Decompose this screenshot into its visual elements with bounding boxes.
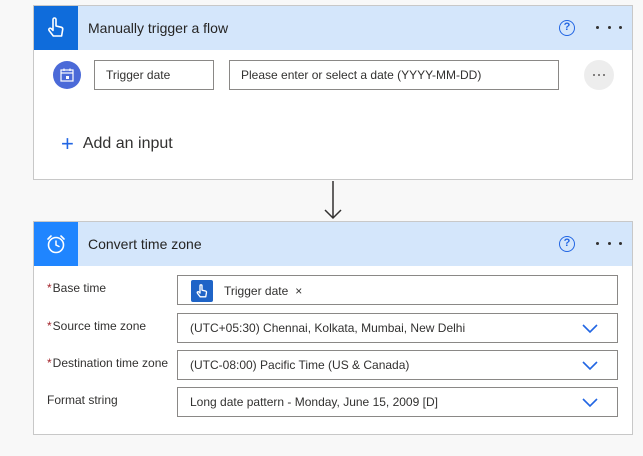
trigger-date-token[interactable]: Trigger date × bbox=[191, 280, 303, 302]
chevron-down-icon bbox=[582, 361, 598, 371]
source-time-zone-label: *Source time zone bbox=[47, 319, 147, 333]
trigger-input-row: Trigger date Please enter or select a da… bbox=[34, 59, 632, 91]
token-label: Trigger date bbox=[224, 284, 289, 298]
input-name-field[interactable]: Trigger date bbox=[94, 60, 214, 90]
convert-time-zone-card: Convert time zone ? *Base time Trigger d… bbox=[33, 221, 633, 435]
source-time-zone-dropdown[interactable]: (UTC+05:30) Chennai, Kolkata, Mumbai, Ne… bbox=[177, 313, 618, 343]
remove-token-icon[interactable]: × bbox=[295, 284, 302, 298]
trigger-card-header[interactable]: Manually trigger a flow ? bbox=[34, 6, 632, 50]
source-time-zone-value: (UTC+05:30) Chennai, Kolkata, Mumbai, Ne… bbox=[190, 321, 466, 335]
format-string-dropdown[interactable]: Long date pattern - Monday, June 15, 200… bbox=[177, 387, 618, 417]
plus-icon: + bbox=[61, 131, 74, 156]
more-options-icon[interactable] bbox=[596, 234, 622, 252]
destination-time-zone-dropdown[interactable]: (UTC-08:00) Pacific Time (US & Canada) bbox=[177, 350, 618, 380]
help-icon[interactable]: ? bbox=[559, 20, 575, 36]
chevron-down-icon bbox=[582, 324, 598, 334]
add-input-button[interactable]: + Add an input bbox=[61, 131, 173, 156]
input-more-options-icon[interactable] bbox=[584, 60, 614, 90]
format-string-value: Long date pattern - Monday, June 15, 200… bbox=[190, 395, 438, 409]
convert-card-title: Convert time zone bbox=[88, 236, 202, 252]
help-icon[interactable]: ? bbox=[559, 236, 575, 252]
format-string-label: Format string bbox=[47, 393, 118, 407]
hand-pointer-icon bbox=[191, 280, 213, 302]
add-input-label: Add an input bbox=[82, 135, 173, 152]
base-time-label: *Base time bbox=[47, 281, 107, 295]
calendar-icon bbox=[53, 61, 81, 89]
convert-card-header[interactable]: Convert time zone ? bbox=[34, 222, 632, 266]
destination-time-zone-value: (UTC-08:00) Pacific Time (US & Canada) bbox=[190, 358, 410, 372]
chevron-down-icon bbox=[582, 398, 598, 408]
trigger-card: Manually trigger a flow ? Trigger date P… bbox=[33, 5, 633, 180]
base-time-field[interactable]: Trigger date × bbox=[177, 275, 618, 305]
hand-pointer-icon bbox=[34, 6, 78, 50]
trigger-card-title: Manually trigger a flow bbox=[88, 20, 229, 36]
date-value-field[interactable]: Please enter or select a date (YYYY-MM-D… bbox=[229, 60, 559, 90]
destination-time-zone-label: *Destination time zone bbox=[47, 356, 169, 370]
alarm-clock-icon bbox=[34, 222, 78, 266]
more-options-icon[interactable] bbox=[596, 18, 622, 36]
connector-arrow-icon bbox=[324, 181, 342, 220]
